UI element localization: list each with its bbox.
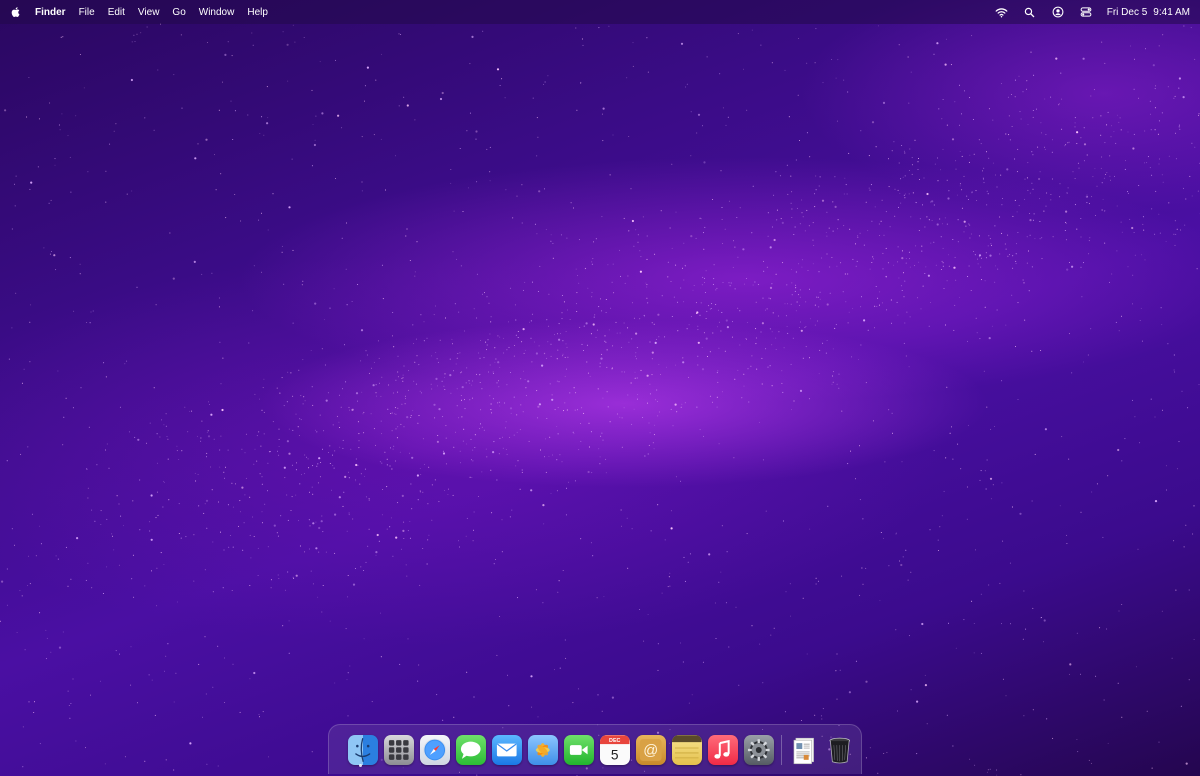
dock: DEC 5 @	[328, 724, 862, 774]
mail-icon	[496, 743, 517, 756]
menu-bar: Finder File Edit View Go Window Help Fri…	[0, 0, 1200, 24]
menu-clock[interactable]: Fri Dec 5 9:41 AM	[1107, 7, 1190, 18]
document-icon	[793, 737, 814, 764]
contacts-icon: @	[639, 738, 662, 761]
dock-app-notes[interactable]	[672, 734, 702, 765]
calendar-icon: DEC 5	[600, 734, 630, 762]
messages-icon	[460, 741, 481, 759]
dock-app-messages[interactable]	[456, 734, 486, 765]
wifi-icon[interactable]	[995, 5, 1009, 19]
trash-icon	[829, 737, 850, 763]
music-icon	[714, 739, 730, 759]
dock-app-mail[interactable]	[492, 734, 522, 765]
menu-view[interactable]: View	[138, 7, 160, 18]
dock-app-launchpad[interactable]	[384, 734, 414, 765]
launchpad-icon	[388, 739, 409, 760]
dock-app-trash[interactable]	[825, 735, 855, 765]
notes-icon	[672, 734, 702, 758]
user-icon[interactable]	[1051, 5, 1065, 19]
menu-help[interactable]: Help	[247, 7, 268, 18]
dock-app-calendar[interactable]: DEC 5	[600, 734, 630, 765]
menu-app-name[interactable]: Finder	[35, 7, 66, 18]
search-icon[interactable]	[1023, 5, 1037, 19]
menu-window[interactable]: Window	[199, 7, 235, 18]
dock-app-facetime[interactable]	[564, 734, 594, 765]
dock-app-safari[interactable]	[420, 734, 450, 765]
calendar-day: 5	[611, 747, 619, 762]
finder-icon	[355, 737, 371, 762]
clock-date: Fri Dec 5	[1106, 6, 1148, 18]
safari-icon	[423, 738, 447, 761]
menu-go[interactable]: Go	[172, 7, 185, 18]
menu-edit[interactable]: Edit	[108, 7, 125, 18]
facetime-icon	[569, 744, 588, 755]
dock-stack-documents[interactable]	[789, 735, 819, 765]
calendar-month: DEC	[609, 738, 620, 744]
photos-icon	[535, 742, 550, 757]
dock-app-contacts[interactable]: @	[636, 734, 666, 765]
dock-app-finder[interactable]	[348, 734, 378, 765]
dock-app-photos[interactable]	[528, 734, 558, 765]
apple-logo-icon[interactable]	[10, 6, 22, 18]
dock-separator	[781, 734, 782, 765]
clock-time: 9:41 AM	[1153, 6, 1190, 18]
control-center-icon[interactable]	[1079, 5, 1093, 19]
contacts-glyph: @	[643, 742, 658, 758]
menu-file[interactable]: File	[79, 7, 95, 18]
finder-running-indicator	[359, 764, 362, 767]
dock-app-music[interactable]	[708, 734, 738, 765]
dock-app-system-settings[interactable]	[744, 734, 774, 765]
wallpaper-starfield	[0, 23, 1200, 776]
gear-icon	[747, 738, 770, 761]
